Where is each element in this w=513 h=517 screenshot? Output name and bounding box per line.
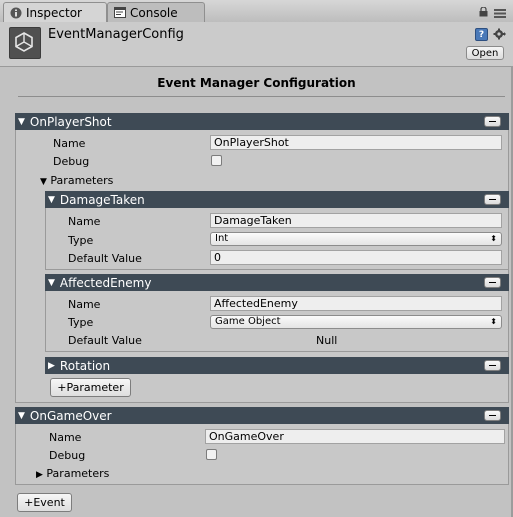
config-title: Event Manager Configuration — [157, 76, 356, 90]
type-dropdown-value: Game Object — [215, 316, 281, 327]
type-label: Type — [68, 316, 94, 329]
remove-parameter-button[interactable] — [484, 360, 501, 371]
parameter-header-damagetaken[interactable]: ▼ DamageTaken — [45, 191, 509, 208]
parameter-header-affectedenemy[interactable]: ▼ AffectedEnemy — [45, 274, 509, 291]
type-dropdown[interactable]: Int ⬍ — [210, 232, 502, 246]
lock-icon[interactable] — [479, 6, 488, 17]
debug-checkbox[interactable] — [211, 155, 222, 166]
parameters-label: Parameters — [50, 174, 114, 187]
tab-inspector-label: Inspector — [26, 5, 82, 20]
parameters-label: Parameters — [46, 467, 110, 480]
name-label: Name — [68, 215, 101, 228]
collapsed-triangle-icon: ▶ — [48, 360, 55, 371]
event-header-ongameover[interactable]: ▼ OnGameOver — [15, 407, 509, 424]
expanded-triangle-icon: ▼ — [18, 410, 25, 421]
event-header-onplayershot[interactable]: ▼ OnPlayerShot — [15, 113, 509, 130]
menu-icon[interactable] — [494, 8, 506, 18]
add-parameter-button[interactable]: +Parameter — [50, 378, 131, 397]
parameter-header-rotation[interactable]: ▶ Rotation — [45, 357, 509, 374]
parameter-name-field[interactable]: AffectedEnemy — [210, 296, 502, 311]
parameter-header-label: DamageTaken — [59, 192, 145, 207]
event-header-label: OnGameOver — [29, 408, 112, 423]
default-value-readonly: Null — [316, 334, 338, 347]
type-dropdown[interactable]: Game Object ⬍ — [210, 315, 502, 329]
asset-title: EventManagerConfig — [48, 27, 184, 42]
tab-inspector[interactable]: Inspector — [3, 2, 107, 22]
open-button[interactable]: Open — [466, 46, 504, 60]
remove-parameter-button[interactable] — [484, 277, 501, 288]
dropdown-arrows-icon: ⬍ — [490, 234, 497, 243]
gear-icon[interactable] — [493, 27, 507, 41]
unity-asset-icon — [9, 27, 41, 59]
remove-parameter-button[interactable] — [484, 194, 501, 205]
tab-console-label: Console — [130, 5, 178, 20]
console-icon — [114, 7, 126, 19]
expanded-triangle-icon: ▼ — [48, 277, 55, 288]
type-dropdown-value: Int — [215, 233, 229, 244]
type-label: Type — [68, 234, 94, 247]
default-value-label: Default Value — [68, 252, 142, 265]
event-name-field[interactable]: OnGameOver — [205, 429, 505, 444]
add-event-button[interactable]: +Event — [17, 493, 72, 512]
name-label: Name — [53, 137, 86, 150]
name-label: Name — [49, 431, 82, 444]
remove-event-button[interactable] — [484, 410, 501, 421]
dropdown-arrows-icon: ⬍ — [490, 317, 497, 326]
parameter-header-label: Rotation — [59, 358, 111, 373]
default-value-field[interactable]: 0 — [210, 250, 502, 265]
expanded-triangle-icon: ▼ — [48, 194, 55, 205]
tab-console[interactable]: Console — [107, 2, 205, 22]
debug-checkbox[interactable] — [206, 449, 217, 460]
parameter-name-field[interactable]: DamageTaken — [210, 213, 502, 228]
expanded-triangle-icon: ▼ — [40, 177, 47, 187]
remove-event-button[interactable] — [484, 116, 501, 127]
debug-label: Debug — [53, 155, 90, 168]
default-value-label: Default Value — [68, 334, 142, 347]
help-icon[interactable]: ? — [475, 28, 488, 41]
collapsed-triangle-icon: ▶ — [36, 470, 43, 480]
divider — [18, 96, 505, 97]
name-label: Name — [68, 298, 101, 311]
debug-label: Debug — [49, 449, 86, 462]
info-icon — [10, 7, 22, 19]
parameters-foldout[interactable]: ▼ Parameters — [40, 174, 113, 187]
event-header-label: OnPlayerShot — [29, 114, 112, 129]
expanded-triangle-icon: ▼ — [18, 116, 25, 127]
parameters-foldout[interactable]: ▶ Parameters — [36, 467, 109, 480]
event-name-field[interactable]: OnPlayerShot — [210, 135, 502, 150]
parameter-header-label: AffectedEnemy — [59, 275, 152, 290]
